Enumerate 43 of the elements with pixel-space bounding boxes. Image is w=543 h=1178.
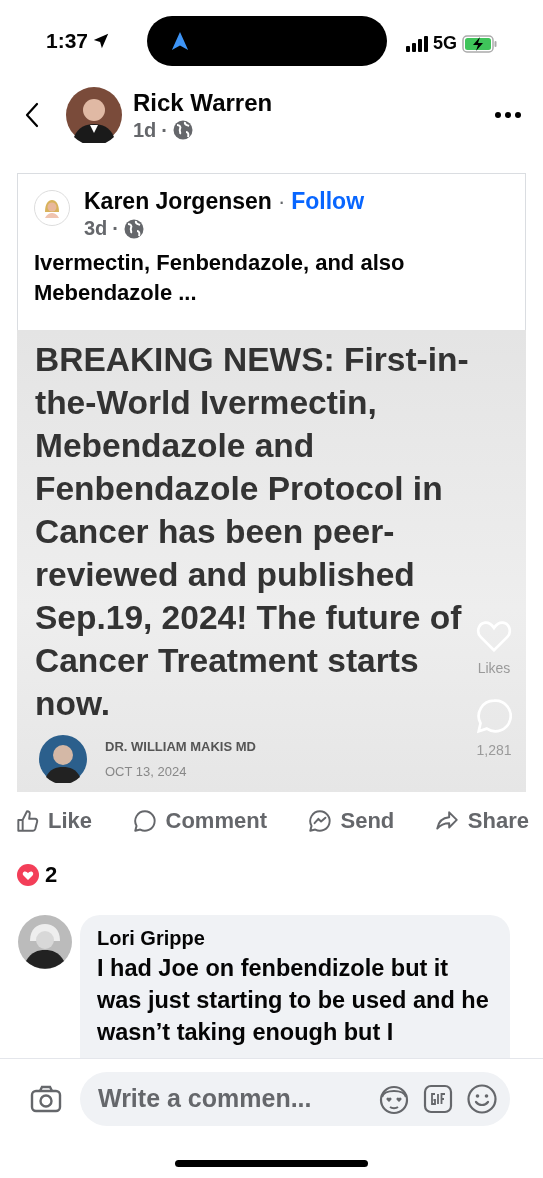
follow-link[interactable]: Follow xyxy=(291,188,365,215)
globe-icon xyxy=(124,218,144,239)
reaction-count[interactable]: 2 xyxy=(45,862,58,888)
comment-text: I had Joe on fenbendizole but it was just starting to be used and he wasn’t taking enough but I xyxy=(97,954,490,1047)
navigation-arrow-icon xyxy=(171,31,189,51)
signal-icon xyxy=(406,35,428,52)
comment-count: 1,281 xyxy=(476,742,512,758)
post-time: 3d xyxy=(84,217,108,240)
send-button[interactable]: Send xyxy=(306,808,395,834)
separator-dot: · xyxy=(112,217,119,240)
avatar[interactable] xyxy=(18,915,72,969)
separator-dot: · xyxy=(161,118,168,142)
image-headline: BREAKING NEWS: First-in-the-World Ivermectin, Mebendazole and Fenbendazole Protocol in Cancer has been peer-reviewed and published Sep.19, 2024! The future of Cancer Treatment starts now. xyxy=(35,340,470,724)
likes-label: Likes xyxy=(477,660,511,676)
comment-author[interactable]: Lori Grippe xyxy=(97,927,205,949)
network-label: 5G xyxy=(433,33,457,54)
battery-charging-icon xyxy=(462,34,498,53)
comment-button[interactable]: Comment xyxy=(131,808,267,834)
like-icon xyxy=(14,808,40,834)
byline-date: OCT 13, 2024 xyxy=(105,764,188,779)
gif-icon[interactable] xyxy=(422,1082,454,1115)
share-button[interactable]: Share xyxy=(433,808,529,834)
author-name[interactable]: Karen Jorgensen xyxy=(84,188,272,215)
post-text: Ivermectin, Fenbendazole, and also Mebendazole ... xyxy=(34,249,406,307)
status-time: 1:37 xyxy=(46,29,89,53)
separator-dot: · xyxy=(277,189,286,215)
like-button[interactable]: Like xyxy=(14,808,93,834)
send-icon xyxy=(306,808,333,834)
author-name[interactable]: Rick Warren xyxy=(133,88,495,117)
more-icon[interactable] xyxy=(495,112,521,118)
location-arrow-icon xyxy=(92,32,111,50)
love-reaction-icon xyxy=(17,864,39,886)
back-icon[interactable] xyxy=(25,102,39,128)
post-time: 1d xyxy=(133,118,157,142)
camera-icon[interactable] xyxy=(30,1084,62,1113)
comment-input[interactable]: Write a commen... xyxy=(80,1071,510,1126)
globe-icon xyxy=(173,120,193,140)
avatar xyxy=(39,735,87,783)
avatar[interactable] xyxy=(66,87,122,143)
comment-icon xyxy=(131,808,158,834)
emoji-icon[interactable] xyxy=(466,1082,498,1115)
byline-name: DR. WILLIAM MAKIS MD xyxy=(105,739,256,754)
shared-image[interactable] xyxy=(17,330,526,792)
